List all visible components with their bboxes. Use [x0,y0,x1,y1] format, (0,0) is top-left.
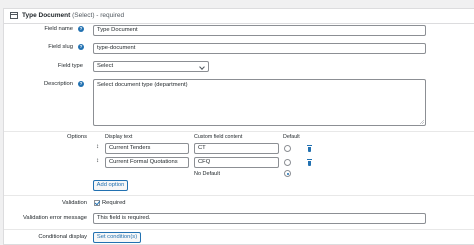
field-name-label: Field name [44,26,73,32]
col-default: Default [283,134,300,140]
option-display-input[interactable]: Current Formal Quotations [105,157,189,168]
no-default-label: No Default [194,171,220,177]
option-display-input[interactable]: Current Tenders [105,143,189,154]
trash-icon[interactable] [307,159,312,166]
field-type-select[interactable]: Select [93,61,209,72]
question-mark-icon[interactable]: ? [78,44,84,50]
field-slug-input[interactable]: type-document [93,43,426,54]
trash-icon[interactable] [307,145,312,152]
field-type-label: Field type [57,63,83,69]
validation-label: Validation [61,200,87,206]
conditional-display-label: Conditional display [38,234,87,240]
divider [4,229,474,230]
divider [4,195,474,196]
description-textarea[interactable]: Select document type (department) [93,79,426,126]
panel-header[interactable]: Type Document (Select) - required [4,9,474,24]
field-slug-label: Field slug [48,44,73,50]
divider [4,131,474,132]
col-custom-content: Custom field content [194,134,243,140]
set-conditions-button[interactable]: Set condition(s) [93,232,141,243]
drag-handle-icon[interactable]: ↕ [96,158,99,164]
no-default-radio[interactable] [284,170,291,177]
validation-error-label: Validation error message [22,215,87,221]
description-text: Select document type (department) [97,82,188,88]
panel-title-text: Type Document [22,12,71,19]
question-mark-icon[interactable]: ? [78,26,84,32]
options-label: Options [67,134,87,140]
col-display-text: Display text [105,134,133,140]
field-panel: Type Document (Select) - required Field … [3,8,474,245]
window-icon [10,12,18,19]
required-label: Required [102,200,126,206]
option-default-radio[interactable] [284,159,291,166]
panel-title-meta: (Select) - required [72,12,125,19]
field-type-value: Select [97,63,114,69]
description-label: Description [44,81,73,87]
panel-title: Type Document (Select) - required [22,12,124,19]
option-default-radio[interactable] [284,145,291,152]
drag-handle-icon[interactable]: ↕ [96,144,99,150]
option-custom-input[interactable]: CT [194,143,279,154]
question-mark-icon[interactable]: ? [78,81,84,87]
validation-error-input[interactable]: This field is required. [93,213,426,224]
required-checkbox[interactable] [94,200,100,206]
field-name-input[interactable]: Type Document [93,25,426,36]
resize-handle-icon[interactable] [420,120,424,124]
add-option-button[interactable]: Add option [93,180,128,191]
option-custom-input[interactable]: CFQ [194,157,279,168]
